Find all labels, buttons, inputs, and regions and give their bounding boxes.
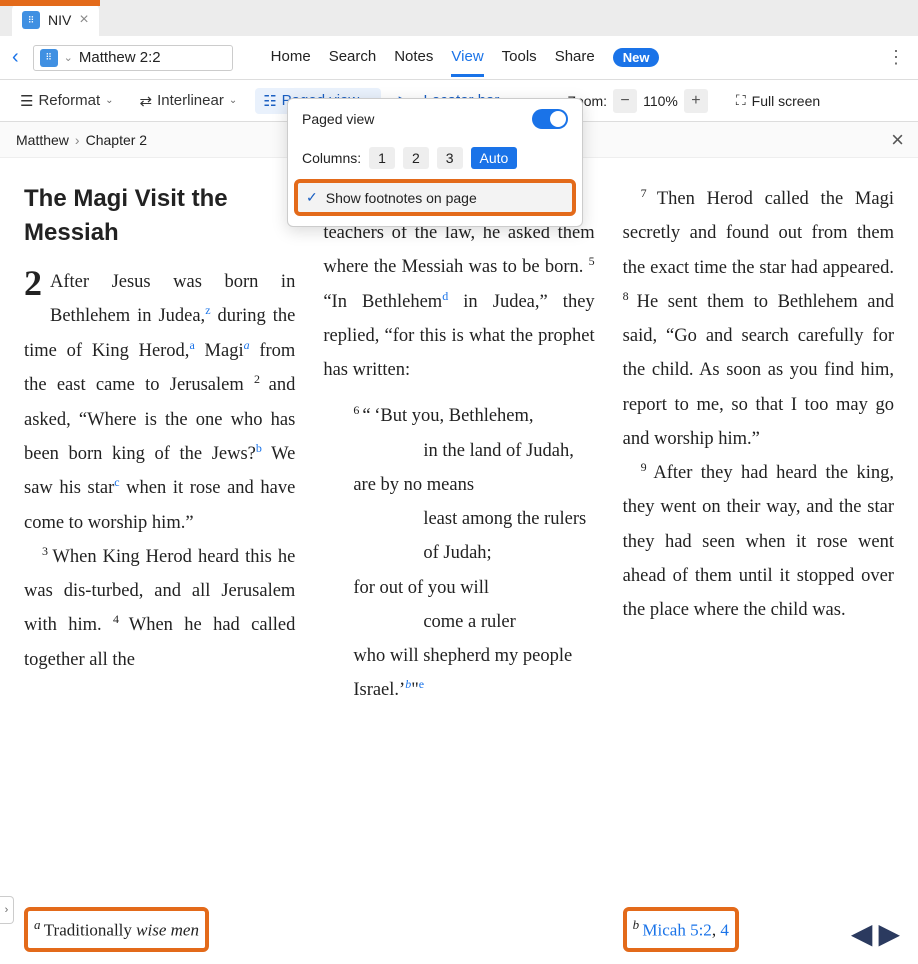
nav-notes[interactable]: Notes — [394, 48, 433, 67]
nav-tools[interactable]: Tools — [502, 48, 537, 67]
footnote-area: a Traditionally wise men — [24, 907, 209, 952]
reading-pane: The Magi Visit the Messiah 2 After Jesus… — [0, 158, 918, 964]
close-icon[interactable]: × — [79, 11, 88, 29]
nav-links: Home Search Notes View Tools Share New — [271, 48, 660, 67]
verse-6: 6 — [353, 403, 362, 417]
columns-3[interactable]: 3 — [437, 147, 463, 169]
paragraph: 2 After Jesus was born in Bethlehem in J… — [24, 265, 295, 540]
breadcrumb-chapter[interactable]: Chapter 2 — [86, 132, 147, 148]
footnote-b-box[interactable]: b Micah 5:2, 4 — [623, 907, 739, 952]
nav-view[interactable]: View — [451, 48, 483, 77]
back-button[interactable]: ‹ — [12, 46, 19, 69]
reformat-button[interactable]: ☰ Reformat ⌄ — [12, 88, 122, 114]
verse-5: 5 — [589, 254, 595, 268]
footnote-area: b Micah 5:2, 4 — [623, 907, 739, 952]
text-column-2: teachers of the law, he asked them where… — [323, 182, 594, 952]
nav-home[interactable]: Home — [271, 48, 311, 67]
close-icon[interactable]: × — [891, 127, 904, 153]
columns-1[interactable]: 1 — [369, 147, 395, 169]
columns-2[interactable]: 2 — [403, 147, 429, 169]
bible-icon: ⠿ — [40, 49, 58, 67]
interlinear-button[interactable]: ⇄ Interlinear ⌄ — [132, 88, 246, 114]
kebab-menu[interactable]: ⋮ — [887, 47, 906, 68]
verse-7: 7 — [641, 186, 657, 200]
text-column-3: 7 Then Herod called the Magi secretly an… — [623, 182, 894, 952]
chevron-down-icon: ⌄ — [105, 95, 113, 106]
nav-share[interactable]: Share — [555, 48, 595, 67]
dropdown-title: Paged view — [302, 111, 374, 127]
chevron-down-icon: ⌄ — [64, 51, 73, 64]
verse-4: 4 — [113, 612, 129, 626]
pager: ◀ ▶ — [851, 917, 900, 950]
paragraph: 7 Then Herod called the Magi secretly an… — [623, 182, 894, 456]
bible-icon: ⠿ — [22, 11, 40, 29]
poetry-block: 6 “ ‘But you, Bethlehem, in the land of … — [353, 399, 594, 707]
tab-niv[interactable]: ⠿ NIV × — [12, 4, 99, 36]
paragraph: 3 When King Herod heard this he was dis-… — [24, 540, 295, 677]
reference-box[interactable]: ⠿ ⌄ Matthew 2:2 — [33, 45, 233, 71]
columns-icon: ☷ — [263, 92, 276, 110]
nav-bar: ‹ ⠿ ⌄ Matthew 2:2 Home Search Notes View… — [0, 36, 918, 80]
interlinear-icon: ⇄ — [140, 92, 153, 110]
paged-view-toggle[interactable] — [532, 109, 568, 129]
tab-bar: ⠿ NIV × — [0, 0, 918, 36]
zoom-in-button[interactable]: + — [684, 89, 708, 113]
verse-3: 3 — [42, 544, 52, 558]
prev-page-button[interactable]: ◀ — [851, 917, 873, 950]
check-icon: ✓ — [306, 189, 318, 206]
verse-9: 9 — [641, 460, 654, 474]
paragraph: teachers of the law, he asked them where… — [323, 216, 594, 387]
reformat-icon: ☰ — [20, 92, 33, 110]
new-badge[interactable]: New — [613, 48, 660, 67]
columns-label: Columns: — [302, 150, 361, 166]
footnote-a-box[interactable]: a Traditionally wise men — [24, 907, 209, 952]
dropdown-header: Paged view — [288, 99, 582, 139]
columns-auto[interactable]: Auto — [471, 147, 518, 169]
paragraph: 9 After they had heard the king, they we… — [623, 456, 894, 627]
chapter-number: 2 — [24, 265, 42, 301]
chevron-down-icon: ⌄ — [229, 95, 237, 106]
show-footnotes-option[interactable]: ✓ Show footnotes on page — [294, 179, 576, 216]
fullscreen-button[interactable]: ⛶ Full screen — [736, 92, 820, 109]
breadcrumb-book[interactable]: Matthew — [16, 132, 69, 148]
show-footnotes-label: Show footnotes on page — [326, 190, 477, 206]
pericope-heading: The Magi Visit the Messiah — [24, 182, 295, 249]
fullscreen-icon: ⛶ — [736, 92, 746, 109]
zoom-controls: Zoom: − 110% + — [567, 89, 707, 113]
columns-row: Columns: 1 2 3 Auto — [288, 139, 582, 177]
chevron-right-icon: › — [75, 132, 80, 148]
highlight-bar-top — [0, 0, 100, 6]
verse-2: 2 — [254, 372, 269, 386]
interlinear-label: Interlinear — [157, 92, 224, 109]
fullscreen-label: Full screen — [752, 93, 820, 109]
text-column-1: The Magi Visit the Messiah 2 After Jesus… — [24, 182, 295, 952]
zoom-out-button[interactable]: − — [613, 89, 637, 113]
sidebar-expand-button[interactable]: › — [0, 896, 14, 924]
reformat-label: Reformat — [38, 92, 100, 109]
next-page-button[interactable]: ▶ — [878, 917, 900, 950]
crossref-e[interactable]: e — [419, 677, 424, 691]
zoom-value: 110% — [643, 93, 678, 109]
paged-view-dropdown: Paged view Columns: 1 2 3 Auto ✓ Show fo… — [287, 98, 583, 227]
verse-8: 8 — [623, 289, 637, 303]
nav-search[interactable]: Search — [329, 48, 377, 67]
reference-text: Matthew 2:2 — [79, 49, 226, 66]
tab-label: NIV — [48, 12, 71, 28]
